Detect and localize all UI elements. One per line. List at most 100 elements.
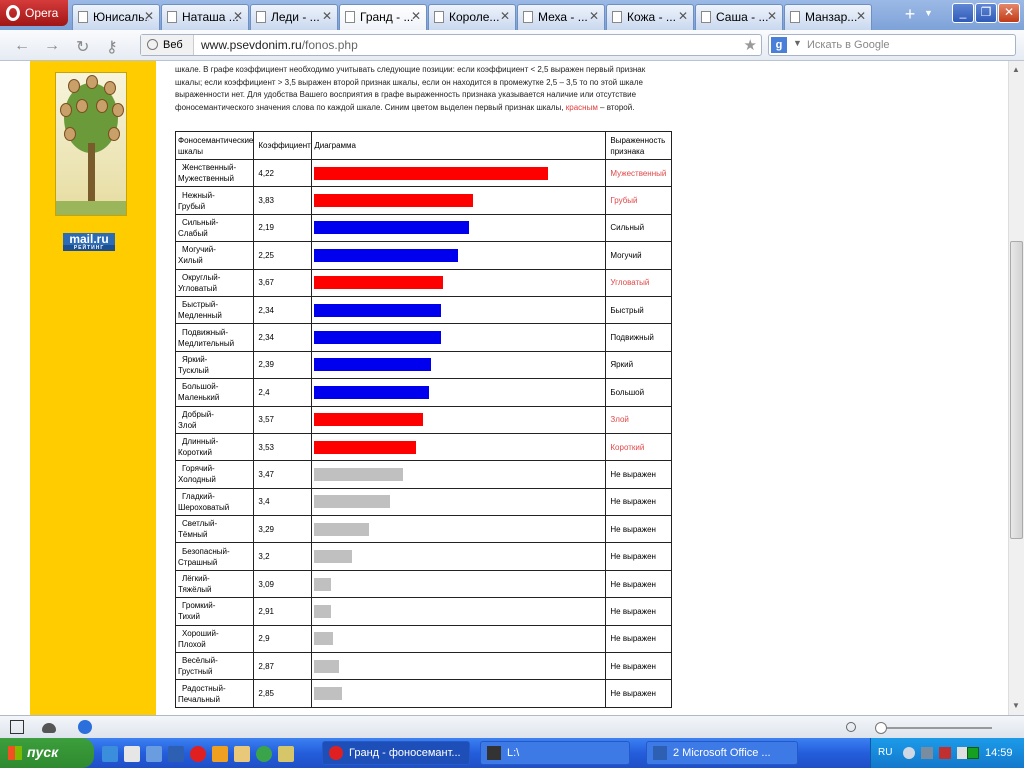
- key-icon[interactable]: ⚷: [106, 37, 118, 57]
- browser-tab[interactable]: Манзар... ✕: [784, 4, 872, 30]
- close-tab-icon[interactable]: ✕: [500, 9, 510, 23]
- diagram-bar: [314, 276, 444, 290]
- scale-second-sign: Шероховатый: [178, 502, 230, 512]
- diagram-bar: [314, 550, 353, 564]
- browser-tab[interactable]: Леди - ... ✕: [250, 4, 338, 30]
- family-tree-image[interactable]: [55, 72, 127, 216]
- close-window-button[interactable]: ✕: [998, 3, 1020, 23]
- zoom-slider-track[interactable]: [884, 727, 992, 729]
- scale-first-sign: Сильный-: [182, 217, 219, 227]
- coefficient-cell: 3,83: [253, 186, 313, 215]
- start-button[interactable]: пуск: [0, 738, 94, 768]
- scale-first-sign: Округлый-: [182, 272, 221, 282]
- reload-button[interactable]: ↻: [76, 37, 89, 57]
- taskbar-task[interactable]: 2 Microsoft Office ...: [646, 741, 798, 765]
- vertical-scrollbar[interactable]: ▲ ▼: [1008, 61, 1024, 715]
- restore-button[interactable]: ❐: [975, 3, 997, 23]
- tab-label: Юнисаль...: [93, 10, 149, 24]
- expression-cell: Не выражен: [605, 624, 673, 654]
- search-engine-dropdown-icon[interactable]: ▼: [793, 38, 802, 48]
- close-tab-icon[interactable]: ✕: [144, 9, 154, 23]
- taskbar-task[interactable]: L:\: [480, 741, 630, 765]
- quicklaunch-folder-icon[interactable]: [234, 746, 250, 762]
- coefficient-cell: 3,47: [253, 460, 313, 489]
- diagram-bar: [314, 166, 549, 180]
- tab-list-dropdown-icon[interactable]: ▼: [924, 8, 933, 18]
- network-icon[interactable]: [921, 747, 933, 759]
- scale-first-sign: Громкий-: [182, 601, 216, 611]
- scale-first-sign: Гладкий-: [182, 491, 215, 501]
- language-indicator[interactable]: RU: [878, 747, 892, 758]
- table-row: Светлый- Тёмный 3,29 Не выражен: [174, 515, 673, 544]
- scale-cell: Сильный- Слабый: [174, 213, 255, 243]
- panel-toggle-icon[interactable]: [10, 720, 24, 734]
- browser-tab[interactable]: Гранд - ... ✕: [339, 4, 427, 30]
- scale-cell: Нежный- Грубый: [174, 186, 255, 215]
- forward-button[interactable]: →: [44, 37, 60, 55]
- url-path: /fonos.php: [301, 38, 358, 52]
- diagram-cell: [311, 515, 607, 544]
- scroll-up-icon[interactable]: ▲: [1012, 65, 1020, 74]
- bookmark-star-icon[interactable]: ★: [744, 36, 757, 54]
- portrait-icon: [108, 127, 120, 141]
- scale-cell: Яркий- Тусклый: [174, 350, 255, 380]
- quicklaunch-word-icon[interactable]: [168, 746, 184, 762]
- speed-dial-icon[interactable]: [78, 720, 92, 734]
- search-field[interactable]: g ▼ Искать в Google: [768, 34, 1016, 56]
- scale-second-sign: Страшный: [178, 557, 218, 567]
- scale-second-sign: Грубый: [178, 201, 206, 211]
- status-indicator-icon[interactable]: [967, 747, 979, 759]
- scroll-down-icon[interactable]: ▼: [1012, 701, 1020, 710]
- browser-tab[interactable]: Саша - ... ✕: [695, 4, 783, 30]
- diagram-bar: [314, 194, 474, 208]
- help-icon[interactable]: [903, 747, 915, 759]
- quicklaunch-chrome-icon[interactable]: [212, 746, 228, 762]
- close-tab-icon[interactable]: ✕: [856, 9, 866, 23]
- taskbar-task[interactable]: Гранд - фоносемант...: [322, 741, 470, 765]
- url-text[interactable]: www.psevdonim.ru/fonos.php: [201, 38, 358, 52]
- close-tab-icon[interactable]: ✕: [767, 9, 777, 23]
- close-tab-icon[interactable]: ✕: [589, 9, 599, 23]
- close-tab-icon[interactable]: ✕: [233, 9, 243, 23]
- browser-tab[interactable]: Короле... ✕: [428, 4, 516, 30]
- windows-taskbar: пуск Гранд - фоносемант... L:\ 2 Microsoft…: [0, 738, 1024, 768]
- scale-second-sign: Медлительный: [178, 338, 235, 348]
- quicklaunch-desktop-icon[interactable]: [146, 746, 162, 762]
- address-field[interactable]: Веб www.psevdonim.ru/fonos.php ★: [140, 34, 762, 56]
- expression-cell: Не выражен: [605, 569, 673, 599]
- page-icon: [612, 11, 622, 23]
- browser-tab[interactable]: Юнисаль... ✕: [72, 4, 160, 30]
- minimize-button[interactable]: _: [952, 3, 974, 23]
- opera-menu-button[interactable]: Opera: [0, 0, 68, 26]
- quicklaunch-torrent-icon[interactable]: [256, 746, 272, 762]
- table-row: Добрый- Злой 3,57 Злой: [174, 405, 673, 434]
- zoom-slider-knob[interactable]: [875, 722, 887, 734]
- close-tab-icon[interactable]: ✕: [678, 9, 688, 23]
- mailru-rating-logo[interactable]: mail.ru РЕЙТИНГ: [63, 233, 115, 251]
- quicklaunch-tool-icon[interactable]: [278, 746, 294, 762]
- web-badge[interactable]: Веб: [141, 35, 194, 55]
- google-icon[interactable]: g: [771, 37, 787, 53]
- back-button[interactable]: ←: [14, 37, 30, 55]
- new-tab-button[interactable]: +: [898, 4, 922, 24]
- diagram-cell: [311, 679, 607, 708]
- close-tab-icon[interactable]: ✕: [411, 9, 421, 23]
- browser-tab[interactable]: Наташа ... ✕: [161, 4, 249, 30]
- coefficient-cell: 3,09: [253, 569, 313, 599]
- view-icon[interactable]: [846, 722, 856, 732]
- quicklaunch-opera-icon[interactable]: [190, 746, 206, 762]
- quicklaunch-explorer-icon[interactable]: [124, 746, 140, 762]
- cloud-icon[interactable]: [42, 723, 56, 733]
- browser-tab[interactable]: Кожа - ... ✕: [606, 4, 694, 30]
- tab-label: Кожа - ...: [627, 10, 676, 24]
- mailru-logo-subtext: РЕЙТИНГ: [63, 245, 115, 251]
- security-icon[interactable]: [939, 747, 951, 759]
- scrollbar-thumb[interactable]: [1010, 241, 1023, 539]
- table-row: Сильный- Слабый 2,19 Сильный: [174, 213, 673, 243]
- scale-second-sign: Мужественный: [178, 174, 234, 184]
- browser-tab[interactable]: Меха - ... ✕: [517, 4, 605, 30]
- coefficient-cell: 2,9: [253, 624, 313, 654]
- scale-first-sign: Добрый-: [182, 409, 214, 419]
- quicklaunch-ie-icon[interactable]: [102, 746, 118, 762]
- close-tab-icon[interactable]: ✕: [322, 9, 332, 23]
